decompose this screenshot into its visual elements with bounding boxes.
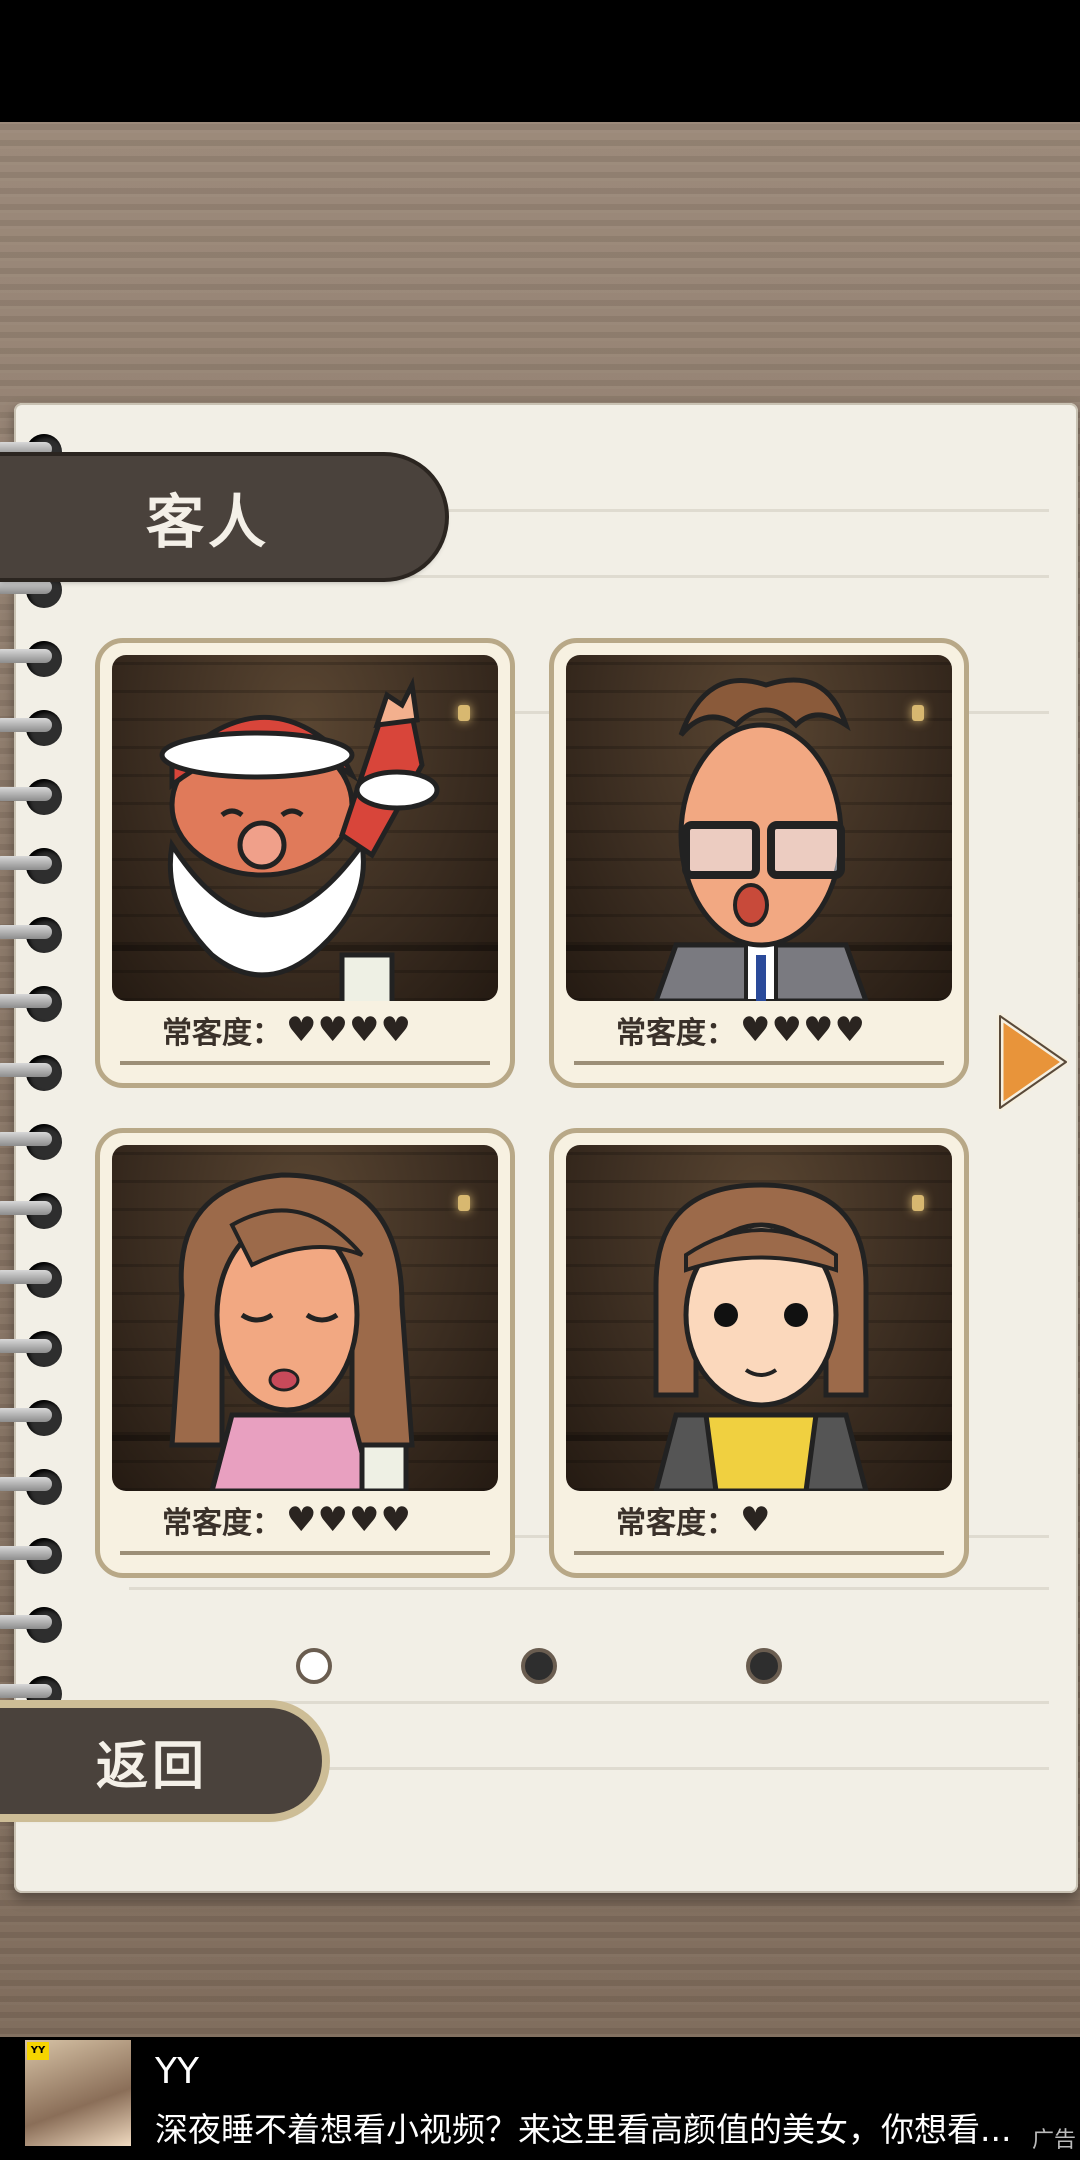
page-dot-1[interactable] — [296, 1648, 332, 1684]
binding-ring — [0, 1258, 70, 1298]
regular-level-label: 常客度： — [616, 1506, 736, 1541]
regular-level-label: 常客度： — [616, 1016, 736, 1051]
ad-banner[interactable]: YY YY 深夜睡不着想看小视频？来这里看高颜值的美女，你想看... 广告 — [0, 2037, 1080, 2160]
heart-icon: ♥ — [740, 1500, 772, 1540]
heart-icon: ♥♥♥♥ — [286, 1500, 412, 1540]
binding-ring — [0, 844, 70, 884]
card-footer: 常客度： ♥♥♥♥ — [120, 999, 490, 1065]
status-bar — [0, 0, 1080, 122]
regular-level-label: 常客度： — [162, 1506, 282, 1541]
back-button[interactable]: 返回 — [0, 1708, 322, 1814]
heart-icon: ♥♥♥♥ — [740, 1010, 866, 1050]
woman-illustration — [169, 1172, 415, 1491]
glasses-man-illustration — [653, 677, 869, 1001]
customer-portrait-santa — [112, 655, 498, 1001]
binding-ring — [0, 637, 70, 677]
page-dot-2[interactable] — [521, 1648, 557, 1684]
binding-ring — [0, 1534, 70, 1574]
customer-card-glasses-man[interactable]: 常客度： ♥♥♥♥ — [549, 638, 969, 1088]
girl-illustration — [653, 1182, 869, 1491]
binding-ring — [0, 706, 70, 746]
customer-card-woman-long-hair[interactable]: 常客度： ♥♥♥♥ — [95, 1128, 515, 1578]
heart-icon: ♥♥♥♥ — [286, 1010, 412, 1050]
customer-card-santa[interactable]: 常客度： ♥♥♥♥ — [95, 638, 515, 1088]
binding-ring — [0, 982, 70, 1022]
customer-portrait-girl-yellow-vest — [566, 1145, 952, 1491]
ruled-line — [129, 1701, 1049, 1704]
ad-text: 深夜睡不着想看小视频？来这里看高颜值的美女，你想看... — [155, 2110, 1012, 2149]
santa-illustration — [159, 676, 440, 1001]
ad-mark: 广告 — [1031, 2128, 1076, 2153]
binding-ring — [0, 1327, 70, 1367]
binding-ring — [0, 1189, 70, 1229]
binding-ring — [0, 775, 70, 815]
page-dot-3[interactable] — [746, 1648, 782, 1684]
customer-portrait-woman-long-hair — [112, 1145, 498, 1491]
next-page-arrow-icon[interactable] — [992, 1010, 1072, 1114]
card-footer: 常客度： ♥♥♥♥ — [574, 999, 944, 1065]
binding-ring — [0, 1603, 70, 1643]
ad-thumbnail: YY — [25, 2040, 131, 2146]
binding-ring — [0, 913, 70, 953]
ruled-line — [129, 1587, 1049, 1590]
page-title-tab: 客人 — [0, 456, 445, 578]
regular-level-label: 常客度： — [162, 1016, 282, 1051]
page-title: 客人 — [146, 488, 271, 556]
customer-portrait-glasses-man — [566, 655, 952, 1001]
ad-title: YY — [155, 2051, 199, 2092]
card-footer: 常客度： ♥ — [574, 1489, 944, 1555]
binding-ring — [0, 1051, 70, 1091]
binding-ring — [0, 1465, 70, 1505]
binding-ring — [0, 1672, 70, 1712]
back-button-label: 返回 — [96, 1736, 209, 1797]
card-footer: 常客度： ♥♥♥♥ — [120, 1489, 490, 1555]
binding-ring — [0, 1120, 70, 1160]
ad-badge-icon: YY — [27, 2042, 49, 2060]
customer-card-girl-yellow-vest[interactable]: 常客度： ♥ — [549, 1128, 969, 1578]
binding-ring — [0, 1396, 70, 1436]
